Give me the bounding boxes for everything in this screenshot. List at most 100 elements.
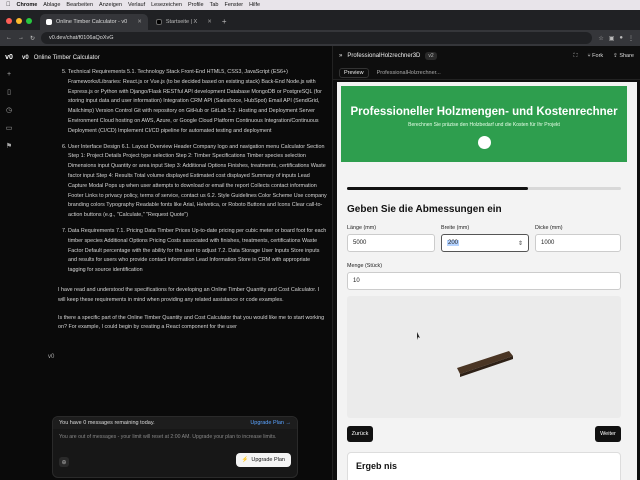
feedback-icon[interactable]: ⚑ — [6, 142, 12, 150]
browser-tab-title: Startseite | X — [165, 19, 198, 25]
x-favicon-icon — [155, 19, 162, 25]
v0-logo-icon[interactable]: v0 — [5, 54, 13, 61]
menu-verlauf[interactable]: Verlauf — [128, 2, 145, 8]
list-item: Data Requirements 7.1. Pricing Data Timb… — [68, 227, 328, 276]
preview-title[interactable]: ProfessionalHolzrechner3D — [347, 53, 420, 59]
tab-preview[interactable]: Preview — [339, 67, 369, 78]
minimize-window-icon[interactable] — [16, 18, 22, 24]
forward-icon[interactable]: → — [18, 35, 24, 41]
browser-tab-x[interactable]: Startseite | X ✕ — [149, 14, 218, 30]
quota-message: You are out of messages - your limit wil… — [59, 434, 277, 440]
apple-icon[interactable]:  — [6, 2, 11, 8]
menu-fenster[interactable]: Fenster — [224, 2, 243, 8]
menu-tab[interactable]: Tab — [210, 2, 219, 8]
code-toggle-icon[interactable]: ⛶ — [573, 53, 577, 60]
v0-app: v0 + ▯ ◷ ▭ ⚑ v0 Online Timber Calculator… — [0, 46, 640, 480]
new-tab-icon[interactable]: + — [222, 17, 227, 26]
next-button[interactable]: Weiter — [595, 426, 621, 442]
chat-messages[interactable]: Technical Requirements 5.1. Technology S… — [58, 68, 328, 458]
chat-header: v0 Online Timber Calculator — [18, 50, 330, 66]
progress-bar — [347, 187, 621, 190]
width-value: 200 — [447, 240, 460, 246]
app-subheading: Berechnen Sie präzise den Holzbedarf und… — [408, 122, 560, 128]
new-chat-icon[interactable]: + — [7, 71, 11, 78]
browser-tab-title: Online Timber Calculator - v0 — [56, 19, 128, 25]
history-icon[interactable]: ◷ — [6, 106, 12, 114]
list-item: User Interface Design 6.1. Layout Overvi… — [68, 143, 328, 221]
profile-icon[interactable]: ● — [619, 35, 623, 42]
preview-header: » ProfessionalHolzrechner3D v2 ⛶ ⑂ Fork … — [333, 46, 640, 66]
results-heading: Ergeb nis — [356, 461, 398, 471]
step-title: Geben Sie die Abmessungen ein — [347, 204, 502, 215]
close-tab-icon[interactable]: ✕ — [207, 19, 212, 25]
star-icon[interactable]: ☆ — [598, 35, 603, 42]
upgrade-plan-label: Upgrade Plan — [251, 457, 285, 463]
maximize-window-icon[interactable] — [26, 18, 32, 24]
preview-actions: ⛶ ⑂ Fork ⇪ Share — [573, 53, 634, 60]
fork-button[interactable]: ⑂ Fork — [587, 53, 603, 60]
browser-menu-icon[interactable]: ⋮ — [628, 35, 634, 42]
quantity-label: Menge (Stück) — [347, 263, 383, 269]
stepper-icon[interactable]: ⇕ — [518, 240, 523, 247]
back-icon[interactable]: ← — [6, 35, 12, 41]
browser-toolbar-icons: ☆ ▣ ● ⋮ — [598, 35, 634, 42]
menu-profile[interactable]: Profile — [188, 2, 204, 8]
back-button[interactable]: Zurück — [347, 426, 373, 442]
width-label: Breite (mm) — [441, 225, 470, 231]
url-field[interactable]: v0.dev/chat/f0106aQoXvG — [41, 32, 593, 44]
message-quota-panel: You have 0 messages remaining today. Upg… — [52, 416, 298, 478]
tab-file[interactable]: ProfessionalHolzrechner... — [377, 70, 441, 76]
version-badge[interactable]: v2 — [425, 52, 437, 60]
quota-notice: You have 0 messages remaining today. — [59, 420, 155, 426]
close-tab-icon[interactable]: ✕ — [137, 19, 142, 25]
menubar-app-name[interactable]: Chrome — [17, 2, 38, 8]
projects-icon[interactable]: ▭ — [6, 124, 13, 132]
list-item: Technical Requirements 5.1. Technology S… — [68, 68, 328, 137]
menu-hilfe[interactable]: Hilfe — [249, 2, 260, 8]
menu-ablage[interactable]: Ablage — [43, 2, 60, 8]
width-input[interactable]: 200 ⇕ — [441, 234, 529, 252]
attach-icon[interactable]: ⊕ — [59, 457, 69, 467]
length-input[interactable]: 5000 — [347, 234, 435, 252]
left-rail: v0 + ▯ ◷ ▭ ⚑ — [0, 46, 18, 480]
library-icon[interactable]: ▯ — [7, 88, 11, 96]
thickness-label: Dicke (mm) — [535, 225, 563, 231]
preview-tabs: Preview ProfessionalHolzrechner... — [333, 66, 640, 80]
v0-favicon-icon — [46, 19, 52, 25]
app-heading: Professioneller Holzmengen- und Kostenre… — [350, 106, 618, 118]
back-label: Zurück — [351, 431, 369, 437]
chat-title[interactable]: Online Timber Calculator — [34, 55, 100, 61]
browser-tabbar: Online Timber Calculator - v0 ✕ Startsei… — [0, 10, 640, 30]
extensions-icon[interactable]: ▣ — [609, 35, 615, 42]
address-bar-row: ← → ↻ v0.dev/chat/f0106aQoXvG ☆ ▣ ● ⋮ — [0, 30, 640, 46]
bolt-icon: ⚡ — [241, 457, 249, 463]
menu-lesezeichen[interactable]: Lesezeichen — [151, 2, 182, 8]
close-window-icon[interactable] — [6, 18, 12, 24]
v0-small-logo-icon: v0 — [22, 55, 29, 61]
timber-board-render — [417, 332, 513, 377]
quantity-input[interactable]: 10 — [347, 272, 621, 290]
share-button[interactable]: ⇪ Share — [613, 53, 634, 60]
browser-tab-v0[interactable]: Online Timber Calculator - v0 ✕ — [40, 14, 148, 30]
assistant-reply-2: Is there a specific part of the Online T… — [58, 314, 325, 331]
requirements-list: Technical Requirements 5.1. Technology S… — [58, 68, 328, 276]
preview-pane: » ProfessionalHolzrechner3D v2 ⛶ ⑂ Fork … — [332, 46, 640, 480]
step-indicator-icon — [478, 136, 491, 149]
upgrade-plan-link[interactable]: Upgrade Plan → — [250, 420, 291, 426]
thickness-input[interactable]: 1000 — [535, 234, 621, 252]
window-controls — [6, 18, 32, 24]
upgrade-plan-button[interactable]: ⚡ Upgrade Plan — [235, 453, 291, 467]
rendered-app: Professioneller Holzmengen- und Kostenre… — [337, 82, 637, 480]
menu-anzeigen[interactable]: Anzeigen — [99, 2, 122, 8]
menu-bearbeiten[interactable]: Bearbeiten — [66, 2, 93, 8]
mouse-cursor-icon — [417, 332, 420, 340]
collapse-icon[interactable]: » — [339, 53, 342, 59]
share-label: Share — [619, 52, 634, 59]
3d-viewport[interactable] — [347, 296, 621, 418]
url-text: v0.dev/chat/f0106aQoXvG — [49, 35, 114, 41]
fork-label: Fork — [592, 52, 604, 59]
assistant-reply-1: I have read and understood the specifica… — [58, 286, 320, 303]
hero-banner: Professioneller Holzmengen- und Kostenre… — [341, 86, 627, 162]
next-label: Weiter — [600, 431, 616, 437]
reload-icon[interactable]: ↻ — [30, 35, 35, 42]
